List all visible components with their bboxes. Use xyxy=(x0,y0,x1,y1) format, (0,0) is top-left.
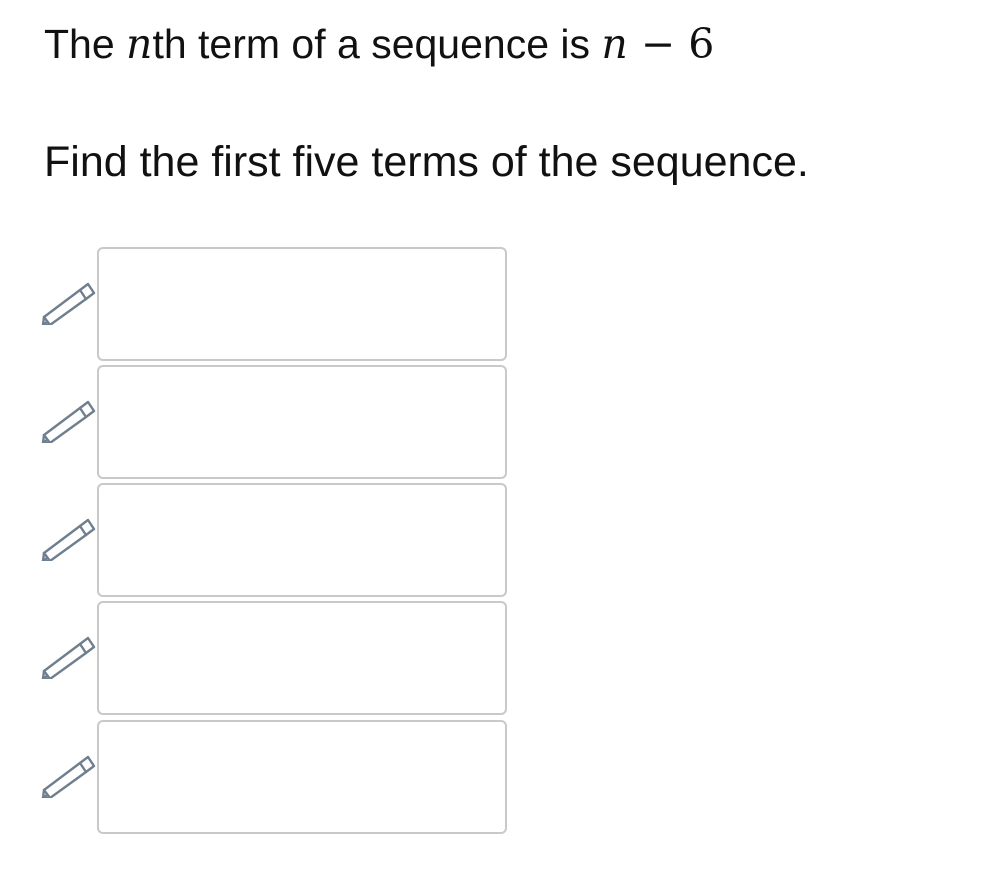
answer-input-4[interactable] xyxy=(97,601,507,715)
answer-row-1 xyxy=(0,247,520,362)
question-middle: th term of a sequence is xyxy=(152,21,602,67)
answer-row-3 xyxy=(0,483,520,598)
answer-row-5 xyxy=(0,720,520,835)
expression-rest: − 6 xyxy=(627,20,715,68)
question-text: The nth term of a sequence is n − 6 xyxy=(44,14,714,74)
answer-input-2[interactable] xyxy=(97,365,507,479)
question-n-variable: n xyxy=(126,20,153,68)
answer-input-1[interactable] xyxy=(97,247,507,361)
instruction-text: Find the first five terms of the sequenc… xyxy=(44,138,809,186)
question-prefix: The xyxy=(44,21,127,67)
expression-variable: n xyxy=(601,20,628,68)
answer-input-3[interactable] xyxy=(97,483,507,597)
pencil-icon xyxy=(41,755,96,798)
pencil-icon xyxy=(41,282,96,325)
pencil-icon xyxy=(41,636,96,679)
answer-row-4 xyxy=(0,601,520,716)
pencil-icon xyxy=(41,400,96,443)
pencil-icon xyxy=(41,518,96,561)
answer-row-2 xyxy=(0,365,520,480)
answer-input-5[interactable] xyxy=(97,720,507,834)
